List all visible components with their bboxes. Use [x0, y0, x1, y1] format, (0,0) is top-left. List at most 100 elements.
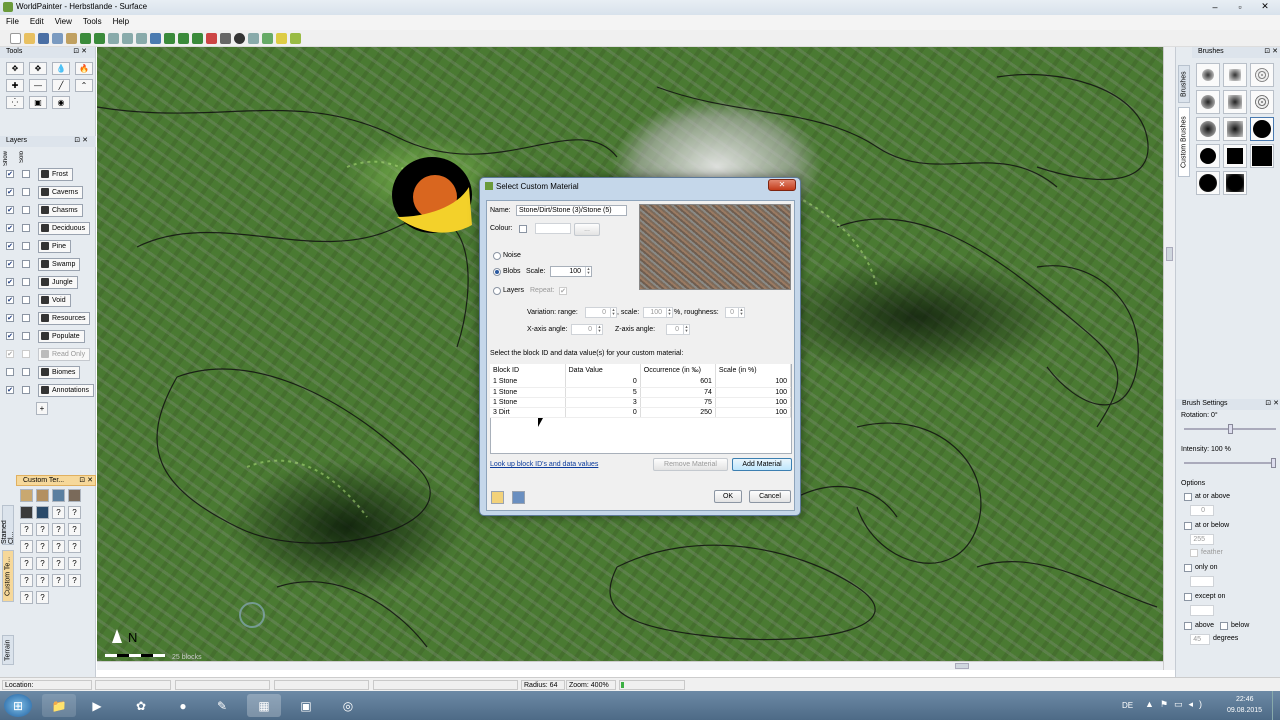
question-icon[interactable]: ?	[20, 591, 33, 604]
export-icon[interactable]	[52, 32, 63, 44]
show-checkbox[interactable]: ✔	[6, 314, 14, 322]
terrain-swatch[interactable]	[36, 489, 49, 502]
brush-option[interactable]	[1223, 90, 1247, 114]
crosshair-icon[interactable]	[220, 32, 231, 44]
question-icon[interactable]: ?	[68, 557, 81, 570]
layer-pine-button[interactable]: Pine	[38, 239, 72, 253]
panel-close-icon[interactable]: ⊡ ✕	[1265, 399, 1279, 407]
pull-tool[interactable]: ✚	[6, 79, 24, 92]
at-or-below-field[interactable]: 255	[1190, 534, 1214, 545]
flood-tool[interactable]: 💧	[52, 62, 70, 75]
minimize-button[interactable]: –	[1203, 0, 1227, 13]
colour-picker-button[interactable]: ...	[574, 223, 600, 236]
question-icon[interactable]: ?	[20, 540, 33, 553]
brush-option[interactable]	[1196, 117, 1220, 141]
zoom-in-icon[interactable]	[108, 32, 119, 44]
show-desktop-button[interactable]	[1272, 691, 1280, 720]
show-checkbox[interactable]: ✔	[6, 350, 14, 358]
at-or-above-checkbox[interactable]	[1184, 493, 1192, 501]
brush-option[interactable]	[1250, 144, 1274, 168]
spinner-icon[interactable]: ▲ ▼	[585, 267, 591, 276]
dimension-icon[interactable]	[248, 32, 259, 44]
light-icon[interactable]	[276, 32, 287, 44]
question-icon[interactable]: ?	[68, 574, 81, 587]
tab-brushes[interactable]: Brushes	[1178, 65, 1190, 103]
panel-close-icon[interactable]: ⊡ ✕	[1264, 47, 1278, 55]
slider-thumb[interactable]	[1228, 424, 1233, 434]
brush-option[interactable]	[1250, 63, 1274, 87]
redo-icon[interactable]	[94, 32, 105, 44]
layer-caverns-button[interactable]: Caverns	[38, 185, 84, 199]
solo-checkbox[interactable]	[22, 260, 30, 268]
solo-checkbox[interactable]	[22, 314, 30, 322]
paint-icon[interactable]: ✿	[124, 694, 158, 717]
except-on-select[interactable]	[1190, 605, 1214, 616]
layer-chasms-button[interactable]: Chasms	[38, 203, 83, 217]
column-header[interactable]: Data Value	[565, 364, 641, 377]
layer-annotations-button[interactable]: Annotations	[38, 383, 94, 397]
maximize-button[interactable]: ▫	[1228, 0, 1252, 13]
repeat-checkbox[interactable]: ✔	[559, 287, 567, 295]
flatten-tool[interactable]: —	[29, 79, 47, 92]
show-checkbox[interactable]: ✔	[6, 386, 14, 394]
except-on-checkbox[interactable]	[1184, 593, 1192, 601]
view-3d-icon[interactable]	[192, 32, 203, 44]
question-icon[interactable]: ?	[20, 523, 33, 536]
record-icon[interactable]: ●	[166, 694, 200, 717]
solo-checkbox[interactable]	[22, 188, 30, 196]
variation-field[interactable]: 0 ▲ ▼	[585, 307, 617, 318]
show-checkbox[interactable]: ✔	[6, 260, 14, 268]
save-icon[interactable]	[512, 491, 525, 504]
show-checkbox[interactable]: ✔	[6, 224, 14, 232]
media-player-icon[interactable]: ▶	[80, 694, 114, 717]
column-header[interactable]: Scale (in %)	[715, 364, 792, 377]
show-checkbox[interactable]: ✔	[6, 206, 14, 214]
slope-tool[interactable]: ╱	[52, 79, 70, 92]
solo-checkbox[interactable]	[22, 224, 30, 232]
degrees-field[interactable]: 45	[1190, 634, 1210, 645]
target-icon[interactable]	[234, 32, 245, 44]
solo-checkbox[interactable]	[22, 386, 30, 394]
zangle-field[interactable]: 0 ▲ ▼	[666, 324, 690, 335]
zoom-out-icon[interactable]	[136, 32, 147, 44]
feather-checkbox[interactable]	[1190, 549, 1198, 557]
layer-readonly-button[interactable]: Read Only	[38, 347, 91, 361]
solo-checkbox[interactable]	[22, 170, 30, 178]
tab-custom-terrain[interactable]: Custom Te...	[2, 550, 14, 602]
show-checkbox[interactable]: ✔	[6, 296, 14, 304]
layer-resources-button[interactable]: Resources	[38, 311, 91, 325]
brush-option[interactable]	[1196, 144, 1220, 168]
table-row[interactable]: 3 Dirt 0 250 100	[490, 407, 792, 418]
below-checkbox[interactable]	[1220, 622, 1228, 630]
zoom-reset-icon[interactable]	[122, 32, 133, 44]
brush-option-selected[interactable]	[1250, 117, 1274, 141]
open-folder-icon[interactable]	[491, 491, 504, 504]
show-checkbox[interactable]: ✔	[6, 332, 14, 340]
open-folder-icon[interactable]	[24, 32, 35, 44]
question-icon[interactable]: ?	[52, 523, 65, 536]
question-icon[interactable]: ?	[68, 506, 81, 519]
question-icon[interactable]: ?	[52, 540, 65, 553]
xangle-field[interactable]: 0 ▲ ▼	[571, 324, 603, 335]
show-checkbox[interactable]	[6, 368, 14, 376]
new-file-icon[interactable]	[10, 32, 21, 44]
horizontal-scrollbar[interactable]	[97, 661, 1163, 670]
brush-option[interactable]	[1223, 144, 1247, 168]
table-row[interactable]: 1 Stone 5 74 100	[490, 387, 792, 398]
table-row[interactable]: 1 Stone 3 75 100	[490, 397, 792, 408]
question-icon[interactable]: ?	[20, 574, 33, 587]
roughness-field[interactable]: 0 ▲ ▼	[725, 307, 745, 318]
solo-checkbox[interactable]	[22, 296, 30, 304]
only-on-checkbox[interactable]	[1184, 564, 1192, 572]
solo-checkbox[interactable]	[22, 332, 30, 340]
name-field[interactable]: Stone/Dirt/Stone (3)/Stone (5)	[516, 205, 627, 216]
question-icon[interactable]: ?	[36, 557, 49, 570]
show-checkbox[interactable]: ✔	[6, 242, 14, 250]
menu-file[interactable]: File	[0, 15, 24, 30]
solo-checkbox[interactable]	[22, 242, 30, 250]
colour-swatch[interactable]	[535, 223, 571, 234]
question-icon[interactable]: ?	[36, 540, 49, 553]
lava-tool[interactable]: 🔥	[75, 62, 93, 75]
blobs-radio[interactable]	[493, 268, 501, 276]
menu-help[interactable]: Help	[107, 15, 134, 30]
